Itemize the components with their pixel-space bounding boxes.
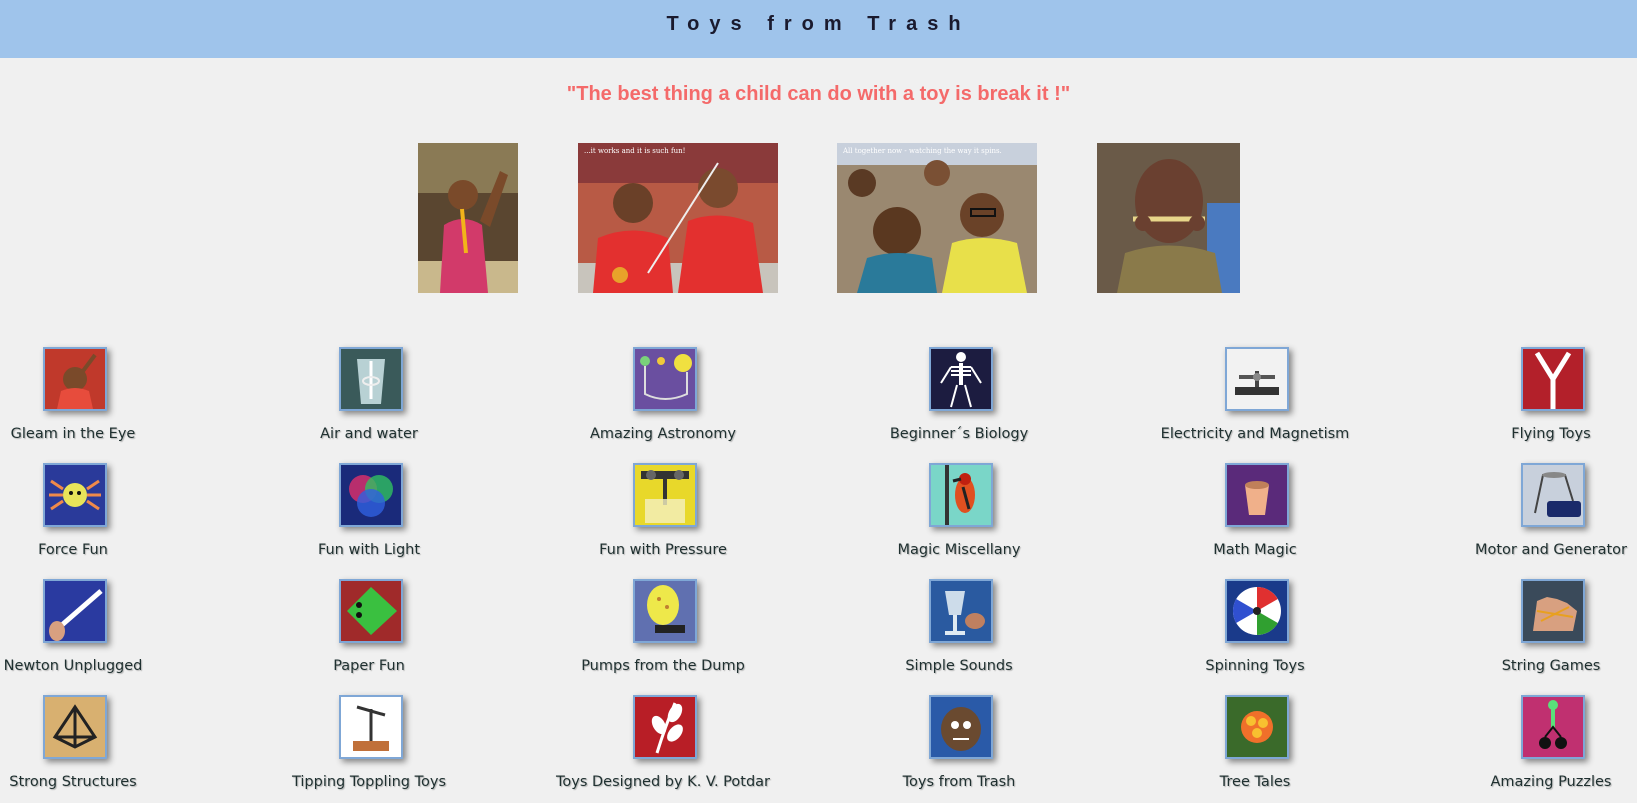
category-label: Toys Designed by K. V. Potdar <box>555 774 771 790</box>
photo-girl-with-toy <box>418 143 518 293</box>
category-label: Tree Tales <box>1219 774 1291 790</box>
category-magic-miscellany[interactable]: Magic Miscellany <box>849 463 1069 571</box>
string-hand-icon <box>1521 579 1585 643</box>
category-label: Gleam in the Eye <box>10 426 136 442</box>
category-beginners-biology[interactable]: Beginner´s Biology <box>849 347 1069 455</box>
spider-toy-icon <box>43 463 107 527</box>
category-toys-designed-by-kv-potdar[interactable]: Toys Designed by K. V. Potdar <box>553 695 773 803</box>
category-math-magic[interactable]: Math Magic <box>1145 463 1365 571</box>
photo-children-working: ...it works and it is such fun! <box>578 143 778 293</box>
category-amazing-puzzles[interactable]: Amazing Puzzles <box>1441 695 1637 803</box>
straw-rocket-icon <box>43 579 107 643</box>
category-tree-tales[interactable]: Tree Tales <box>1145 695 1365 803</box>
category-label: Air and water <box>320 426 418 442</box>
category-label: Spinning Toys <box>1205 658 1305 674</box>
category-newton-unplugged[interactable]: Newton Unplugged <box>0 579 183 687</box>
balloon-pump-icon <box>633 579 697 643</box>
photo-children-group: All together now - watching the way it s… <box>837 143 1037 293</box>
category-string-games[interactable]: String Games <box>1441 579 1637 687</box>
leaf-design-icon <box>633 695 697 759</box>
category-air-and-water[interactable]: Air and water <box>259 347 479 455</box>
category-label: Pumps from the Dump <box>581 658 745 674</box>
battery-motor-icon <box>1521 463 1585 527</box>
page-header: Toys from Trash <box>0 0 1637 58</box>
category-fun-with-light[interactable]: Fun with Light <box>259 463 479 571</box>
category-label: Motor and Generator <box>1474 542 1628 558</box>
paper-cup-icon <box>1225 463 1289 527</box>
category-label: Tipping Toppling Toys <box>291 774 446 790</box>
category-label: String Games <box>1501 658 1601 674</box>
category-label: Beginner´s Biology <box>889 426 1029 442</box>
water-glass-icon <box>339 347 403 411</box>
category-spinning-toys[interactable]: Spinning Toys <box>1145 579 1365 687</box>
balancing-toy-icon <box>339 695 403 759</box>
category-electricity-and-magnetism[interactable]: Electricity and Magnetism <box>1145 347 1365 455</box>
woodpecker-toy-icon <box>929 463 993 527</box>
paper-frog-icon <box>339 579 403 643</box>
pressure-bottle-icon <box>633 463 697 527</box>
category-gleam-in-the-eye[interactable]: Gleam in the Eye <box>0 347 183 455</box>
color-circles-icon <box>339 463 403 527</box>
coconut-toy-icon <box>929 695 993 759</box>
category-label: Amazing Puzzles <box>1490 774 1612 790</box>
category-label: Flying Toys <box>1511 426 1591 442</box>
glass-sound-icon <box>929 579 993 643</box>
site-title: Toys from Trash <box>666 13 971 35</box>
planets-model-icon <box>633 347 697 411</box>
category-force-fun[interactable]: Force Fun <box>0 463 183 571</box>
category-label: Electricity and Magnetism <box>1160 426 1350 442</box>
category-label: Fun with Light <box>317 542 421 558</box>
category-paper-fun[interactable]: Paper Fun <box>259 579 479 687</box>
photo-caption: All together now - watching the way it s… <box>843 147 1002 155</box>
category-strong-structures[interactable]: Strong Structures <box>0 695 183 803</box>
child-smiling-icon <box>43 347 107 411</box>
category-label: Magic Miscellany <box>897 542 1021 558</box>
category-simple-sounds[interactable]: Simple Sounds <box>849 579 1069 687</box>
category-label: Math Magic <box>1213 542 1297 558</box>
category-label: Force Fun <box>38 542 108 558</box>
key-puzzle-icon <box>1521 695 1585 759</box>
category-pumps-from-the-dump[interactable]: Pumps from the Dump <box>553 579 773 687</box>
stick-structure-icon <box>43 695 107 759</box>
color-wheel-icon <box>1225 579 1289 643</box>
category-label: Amazing Astronomy <box>589 426 736 442</box>
flying-toy-icon <box>1521 347 1585 411</box>
category-flying-toys[interactable]: Flying Toys <box>1441 347 1637 455</box>
category-label: Toys from Trash <box>902 774 1016 790</box>
photo-girl-blowing-whistle <box>1097 143 1240 293</box>
flower-cluster-icon <box>1225 695 1289 759</box>
motor-model-icon <box>1225 347 1289 411</box>
quote-text: "The best thing a child can do with a to… <box>566 83 1071 105</box>
category-tipping-toppling-toys[interactable]: Tipping Toppling Toys <box>259 695 479 803</box>
category-label: Simple Sounds <box>905 658 1013 674</box>
category-toys-from-trash[interactable]: Toys from Trash <box>849 695 1069 803</box>
skeleton-icon <box>929 347 993 411</box>
category-label: Strong Structures <box>9 774 137 790</box>
category-label: Paper Fun <box>333 658 405 674</box>
category-fun-with-pressure[interactable]: Fun with Pressure <box>553 463 773 571</box>
category-label: Newton Unplugged <box>3 658 143 674</box>
photo-caption: ...it works and it is such fun! <box>584 147 686 155</box>
category-motor-and-generator[interactable]: Motor and Generator <box>1441 463 1637 571</box>
category-amazing-astronomy[interactable]: Amazing Astronomy <box>553 347 773 455</box>
category-label: Fun with Pressure <box>599 542 727 558</box>
